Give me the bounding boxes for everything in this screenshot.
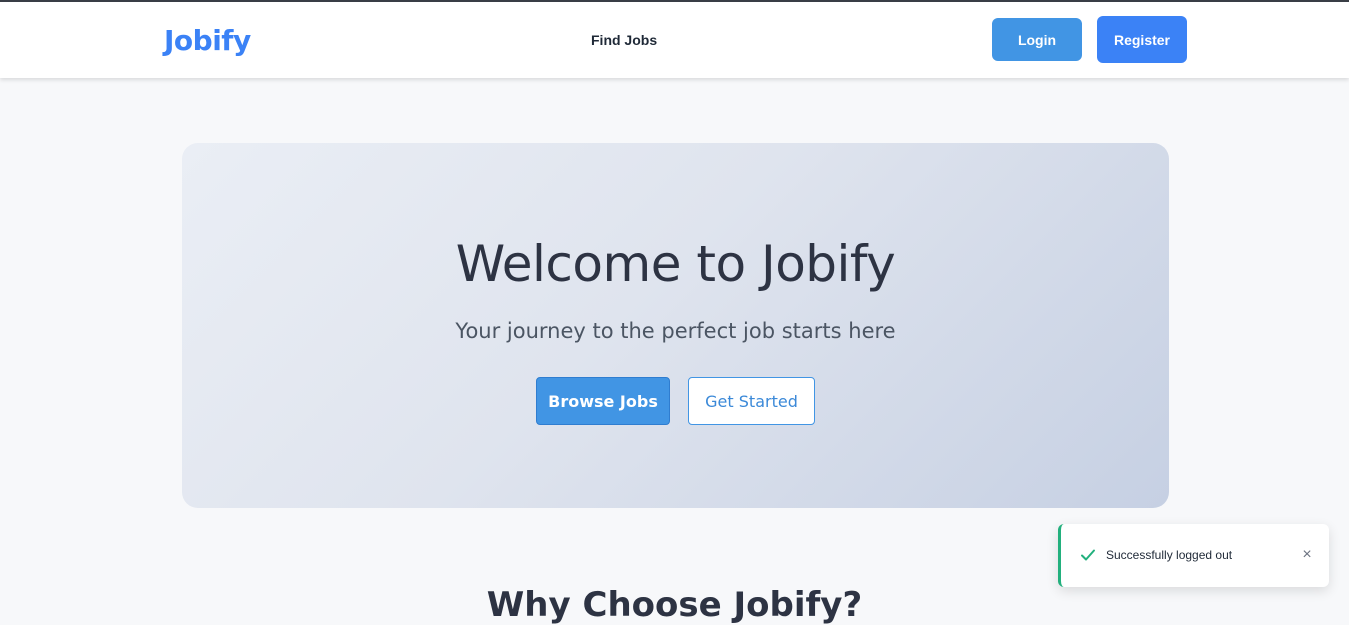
- nav-find-jobs[interactable]: Find Jobs: [591, 32, 657, 48]
- register-button[interactable]: Register: [1097, 16, 1187, 63]
- navbar: Jobify Find Jobs Login Register: [0, 2, 1349, 78]
- logo[interactable]: Jobify: [164, 24, 251, 57]
- browse-jobs-button[interactable]: Browse Jobs: [536, 377, 670, 425]
- why-choose-heading: Why Choose Jobify?: [486, 585, 863, 625]
- hero-banner: Welcome to Jobify Your journey to the pe…: [182, 143, 1169, 508]
- toast-notification: Successfully logged out ×: [1058, 524, 1329, 587]
- toast-message: Successfully logged out: [1106, 548, 1233, 562]
- login-button[interactable]: Login: [992, 18, 1082, 61]
- hero-subtitle: Your journey to the perfect job starts h…: [455, 319, 896, 343]
- check-icon: [1079, 546, 1097, 564]
- get-started-button[interactable]: Get Started: [688, 377, 815, 425]
- hero-title: Welcome to Jobify: [455, 235, 896, 293]
- close-icon[interactable]: ×: [1300, 545, 1314, 565]
